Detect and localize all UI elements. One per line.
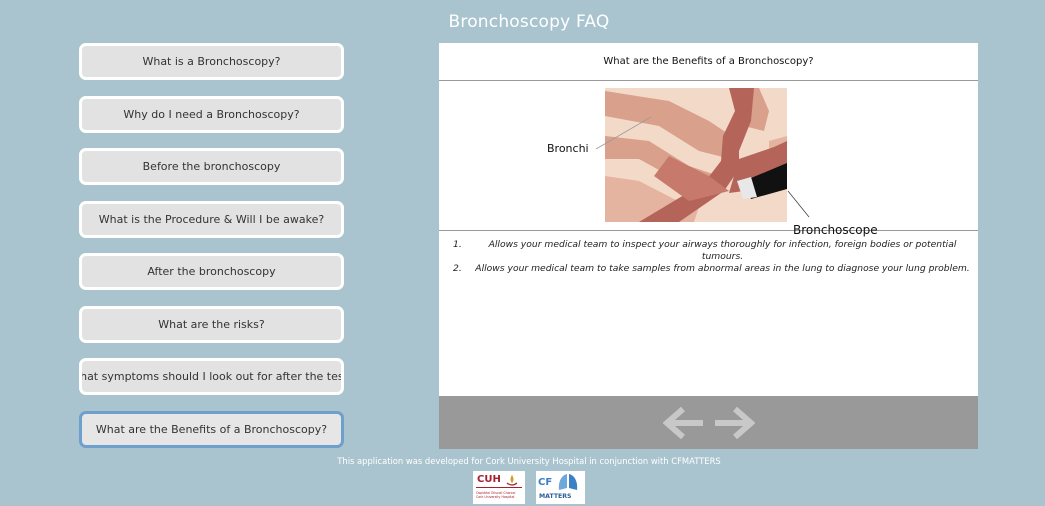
cf-logo-subtext: MATTERS xyxy=(539,493,572,500)
nav-button-after[interactable]: After the bronchoscopy xyxy=(79,253,344,290)
bronchoscope-label: Bronchoscope xyxy=(793,223,878,237)
arrow-left-icon[interactable] xyxy=(662,406,707,440)
cuh-logo-text: CUH xyxy=(477,474,501,485)
bronchoscopy-illustration: Bronchi Bronchoscope xyxy=(439,81,978,237)
footer-logos: CUH Ospidéal Ollscoil Chorcaí Cork Unive… xyxy=(473,471,585,504)
nav-button-symptoms[interactable]: What symptoms should I look out for afte… xyxy=(79,358,344,395)
nav-button-risks[interactable]: What are the risks? xyxy=(79,305,344,343)
navigation-bar xyxy=(439,396,978,449)
answer-item: 2. Allows your medical team to take samp… xyxy=(439,263,978,275)
faq-nav: What is a Bronchoscopy? Why do I need a … xyxy=(79,43,344,463)
nav-button-what-is[interactable]: What is a Bronchoscopy? xyxy=(79,43,344,80)
answer-item: 1. Allows your medical team to inspect y… xyxy=(439,239,978,262)
nav-button-benefits[interactable]: What are the Benefits of a Bronchoscopy? xyxy=(79,410,344,448)
arrow-right-icon[interactable] xyxy=(711,406,755,440)
lungs-icon xyxy=(558,474,578,490)
answer-number: 1. xyxy=(453,239,462,250)
nav-button-why-need[interactable]: Why do I need a Bronchoscopy? xyxy=(79,95,344,133)
question-title: What are the Benefits of a Bronchoscopy? xyxy=(439,43,978,81)
answer-number: 2. xyxy=(453,263,462,275)
cuh-logo: CUH Ospidéal Ollscoil Chorcaí Cork Unive… xyxy=(473,471,525,504)
cuh-logo-subtext: Ospidéal Ollscoil Chorcaí Cork Universit… xyxy=(476,491,516,499)
cfmatters-logo: CF MATTERS xyxy=(536,471,585,504)
answer-text: Allows your medical team to take samples… xyxy=(475,263,970,275)
cuh-emblem-icon xyxy=(506,475,518,486)
answer-list: 1. Allows your medical team to inspect y… xyxy=(439,239,978,276)
answer-text: Allows your medical team to inspect your… xyxy=(488,239,957,262)
nav-button-procedure[interactable]: What is the Procedure & Will I be awake? xyxy=(79,200,344,238)
content-panel: What are the Benefits of a Bronchoscopy?… xyxy=(439,43,978,449)
bronchi-label: Bronchi xyxy=(547,142,589,155)
footer-text: This application was developed for Cork … xyxy=(337,456,721,466)
cf-logo-text: CF xyxy=(538,477,553,488)
app-title: Bronchoscopy FAQ xyxy=(448,12,610,32)
nav-button-before[interactable]: Before the bronchoscopy xyxy=(79,148,344,185)
bronchi-diagram-image xyxy=(595,88,810,222)
